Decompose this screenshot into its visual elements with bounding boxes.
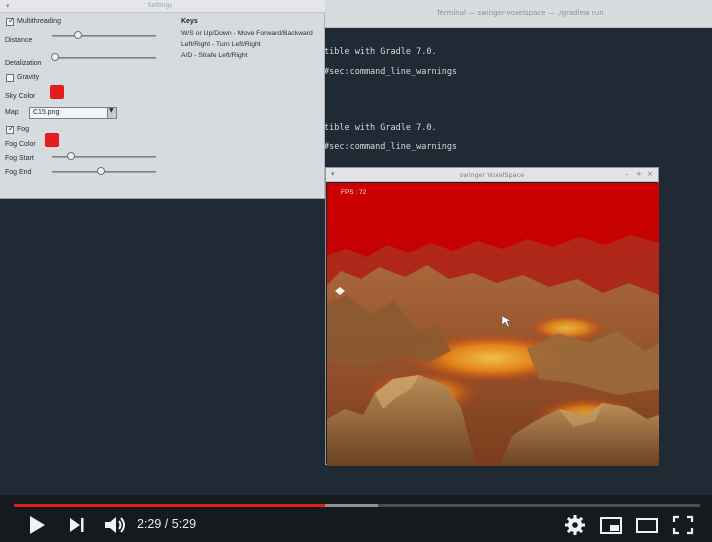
map-select[interactable]: C15.png ▼ [29, 107, 117, 119]
fog-start-label: Fog Start [5, 155, 34, 162]
window-menu-icon[interactable]: ▾ [6, 2, 10, 10]
check-icon: ✓ [8, 124, 15, 133]
terminal-title: Terminal — swinger-voxelspace — ./gradle… [436, 9, 604, 17]
fullscreen-icon[interactable] [670, 512, 696, 538]
close-icon[interactable]: × [647, 170, 653, 178]
fog-color-swatch[interactable] [45, 133, 59, 147]
gravity-checkbox[interactable] [6, 74, 14, 82]
time-display: 2:29 / 5:29 [137, 517, 197, 531]
multithreading-label: Multithreading [17, 18, 61, 25]
fog-end-slider-knob[interactable] [96, 167, 105, 175]
minimize-icon[interactable]: – [625, 170, 629, 178]
terminal-line: tible with Gradle 7.0. [324, 47, 437, 57]
terminal-line: #sec:command_line_warnings [324, 142, 458, 152]
next-icon[interactable] [66, 512, 88, 538]
fog-label: Fog [17, 126, 30, 133]
fog-start-slider-knob[interactable] [66, 152, 75, 160]
key-hint: Left/Right - Turn Left/Right [181, 41, 261, 48]
gravity-label: Gravity [17, 74, 40, 81]
volume-icon[interactable] [102, 512, 128, 538]
distance-label: Distance [5, 37, 33, 44]
distance-slider-track[interactable] [52, 35, 156, 37]
progress-played [14, 504, 325, 507]
theater-icon[interactable] [634, 512, 660, 538]
render-viewport[interactable]: FPS : 72 [327, 183, 659, 466]
detalization-label: Detalization [5, 60, 42, 67]
sky-color-swatch[interactable] [50, 85, 64, 99]
fog-color-label: Fog Color [5, 141, 36, 148]
settings-titlebar[interactable]: ▾ Settings [0, 0, 325, 13]
play-icon[interactable] [26, 512, 48, 538]
detalization-slider-track[interactable] [52, 57, 156, 59]
voxelspace-window: ▾ swinger VoxelSpace – + × FPS: 72 [325, 167, 659, 466]
fog-checkbox[interactable]: ✓ [6, 124, 15, 134]
map-label: Map [5, 109, 19, 116]
maximize-icon[interactable]: + [636, 170, 642, 178]
sky-color-label: Sky Color [5, 93, 36, 100]
detalization-slider-knob[interactable] [51, 53, 60, 61]
terminal-line: #sec:command_line_warnings [324, 67, 458, 77]
key-hint: W/S or Up/Down - Move Forward/Backward [181, 30, 313, 37]
fps-counter: FPS : 72 [341, 189, 367, 196]
check-icon: ✓ [8, 16, 15, 25]
settings-window: ▾ Settings ✓ Multithreading Distance Det… [0, 0, 325, 199]
settings-window-title: Settings [147, 2, 173, 9]
terminal-line: tible with Gradle 7.0. [324, 123, 437, 133]
terrain-render [327, 183, 659, 466]
key-hint: A/D - Strafe Left/Right [181, 52, 248, 59]
settings-icon[interactable] [563, 512, 587, 538]
keys-heading: Keys [181, 18, 198, 25]
map-select-value: C15.png [33, 109, 60, 116]
dropdown-arrow-icon[interactable]: ▼ [107, 107, 116, 118]
voxelspace-titlebar[interactable]: ▾ swinger VoxelSpace – + × [326, 168, 658, 182]
fog-end-label: Fog End [5, 169, 32, 176]
multithreading-checkbox[interactable]: ✓ [6, 16, 15, 26]
voxelspace-window-title: swinger VoxelSpace [459, 171, 525, 179]
distance-slider-knob[interactable] [74, 31, 82, 39]
miniplayer-icon[interactable] [598, 512, 624, 538]
progress-bar[interactable] [14, 504, 700, 507]
